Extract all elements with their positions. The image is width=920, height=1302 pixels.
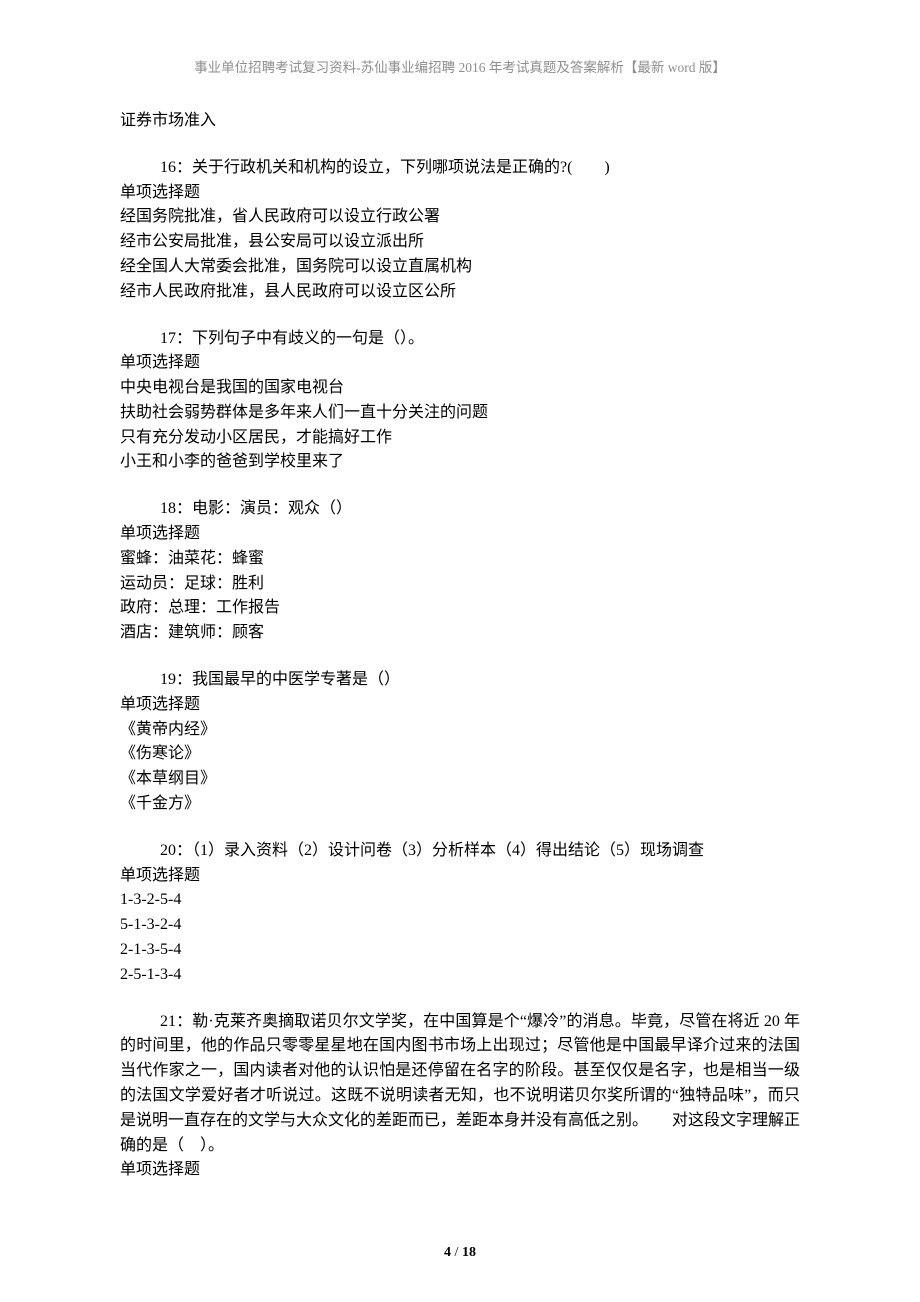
question-19: 19：我国最早的中医学专著是（） 单项选择题 《黄帝内经》 《伤寒论》 《本草纲… bbox=[120, 668, 800, 817]
question-lead: 16：关于行政机关和机构的设立，下列哪项说法是正确的?( ) bbox=[120, 156, 800, 181]
question-type: 单项选择题 bbox=[120, 1158, 800, 1183]
question-type: 单项选择题 bbox=[120, 693, 800, 718]
question-16: 16：关于行政机关和机构的设立，下列哪项说法是正确的?( ) 单项选择题 经国务… bbox=[120, 156, 800, 305]
option: 运动员：足球：胜利 bbox=[120, 572, 800, 597]
option: 中央电视台是我国的国家电视台 bbox=[120, 376, 800, 401]
option: 1-3-2-5-4 bbox=[120, 888, 800, 913]
question-lead: 17：下列句子中有歧义的一句是（）。 bbox=[120, 327, 800, 352]
option: 扶助社会弱势群体是多年来人们一直十分关注的问题 bbox=[120, 401, 800, 426]
page-number-sep: / bbox=[451, 1245, 462, 1260]
question-lead: 20：（1）录入资料（2）设计问卷（3）分析样本（4）得出结论（5）现场调查 bbox=[120, 839, 800, 864]
option: 政府：总理：工作报告 bbox=[120, 596, 800, 621]
question-17: 17：下列句子中有歧义的一句是（）。 单项选择题 中央电视台是我国的国家电视台 … bbox=[120, 327, 800, 476]
page-header: 事业单位招聘考试复习资料-苏仙事业编招聘 2016 年考试真题及答案解析【最新 … bbox=[120, 58, 800, 79]
question-type: 单项选择题 bbox=[120, 864, 800, 889]
option: 2-1-3-5-4 bbox=[120, 938, 800, 963]
option: 《本草纲目》 bbox=[120, 767, 800, 792]
option: 《伤寒论》 bbox=[120, 742, 800, 767]
option: 小王和小李的爸爸到学校里来了 bbox=[120, 450, 800, 475]
orphan-option-line: 证券市场准入 bbox=[120, 109, 800, 134]
document-page: 事业单位招聘考试复习资料-苏仙事业编招聘 2016 年考试真题及答案解析【最新 … bbox=[0, 0, 920, 1302]
question-type: 单项选择题 bbox=[120, 181, 800, 206]
question-20: 20：（1）录入资料（2）设计问卷（3）分析样本（4）得出结论（5）现场调查 单… bbox=[120, 839, 800, 988]
option: 酒店：建筑师：顾客 bbox=[120, 621, 800, 646]
option: 经市公安局批准，县公安局可以设立派出所 bbox=[120, 230, 800, 255]
option: 蜜蜂：油菜花：蜂蜜 bbox=[120, 547, 800, 572]
option: 经国务院批准，省人民政府可以设立行政公署 bbox=[120, 205, 800, 230]
question-lead: 19：我国最早的中医学专著是（） bbox=[120, 668, 800, 693]
question-18: 18：电影：演员：观众（） 单项选择题 蜜蜂：油菜花：蜂蜜 运动员：足球：胜利 … bbox=[120, 497, 800, 646]
option: 经市人民政府批准，县人民政府可以设立区公所 bbox=[120, 280, 800, 305]
question-type: 单项选择题 bbox=[120, 522, 800, 547]
page-number-total: 18 bbox=[462, 1245, 476, 1260]
question-lead: 21：勒·克莱齐奥摘取诺贝尔文学奖，在中国算是个“爆冷”的消息。毕竟，尽管在将近… bbox=[120, 1010, 800, 1159]
question-21: 21：勒·克莱齐奥摘取诺贝尔文学奖，在中国算是个“爆冷”的消息。毕竟，尽管在将近… bbox=[120, 1010, 800, 1184]
option: 2-5-1-3-4 bbox=[120, 963, 800, 988]
question-type: 单项选择题 bbox=[120, 351, 800, 376]
option: 《千金方》 bbox=[120, 792, 800, 817]
page-footer: 4 / 18 bbox=[0, 1242, 920, 1264]
option: 5-1-3-2-4 bbox=[120, 913, 800, 938]
question-lead: 18：电影：演员：观众（） bbox=[120, 497, 800, 522]
page-number-current: 4 bbox=[444, 1245, 451, 1260]
option: 只有充分发动小区居民，才能搞好工作 bbox=[120, 426, 800, 451]
option: 《黄帝内经》 bbox=[120, 718, 800, 743]
option: 经全国人大常委会批准，国务院可以设立直属机构 bbox=[120, 255, 800, 280]
